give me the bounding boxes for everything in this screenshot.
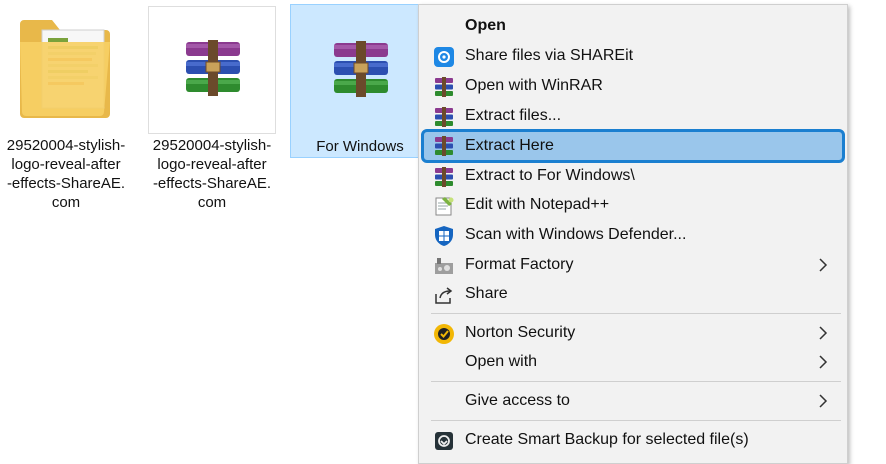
menu-item-open[interactable]: Open bbox=[427, 12, 841, 40]
menu-item-label: Open with bbox=[465, 353, 538, 370]
chevron-right-icon bbox=[819, 258, 828, 272]
format-factory-icon bbox=[435, 258, 453, 274]
menu-separator bbox=[431, 420, 841, 421]
winrar-icon bbox=[435, 167, 453, 187]
menu-item-open-with-winrar[interactable]: Open with WinRAR bbox=[427, 72, 841, 100]
menu-item-label: Edit with Notepad++ bbox=[465, 196, 610, 213]
menu-item-extract-to[interactable]: Extract to For Windows\ bbox=[427, 162, 841, 190]
menu-item-label: Format Factory bbox=[465, 256, 574, 273]
menu-item-label: Open with WinRAR bbox=[465, 77, 603, 94]
menu-item-format-factory[interactable]: Format Factory bbox=[427, 251, 841, 279]
file-name-label: For Windows bbox=[316, 138, 404, 155]
norton-icon bbox=[434, 324, 454, 344]
menu-item-label: Scan with Windows Defender... bbox=[465, 226, 687, 243]
menu-item-scan-windows-defender[interactable]: Scan with Windows Defender... bbox=[427, 221, 841, 249]
notepad-plus-plus-icon bbox=[435, 197, 454, 216]
thumbnail-frame bbox=[148, 6, 276, 134]
file-item-selected-archive[interactable]: For Windows bbox=[290, 4, 430, 158]
file-item-archive[interactable]: 29520004-stylish- logo-reveal-after -eff… bbox=[146, 4, 278, 234]
file-name-label: 29520004-stylish- logo-reveal-after -eff… bbox=[6, 137, 126, 211]
share-icon bbox=[435, 287, 453, 304]
menu-item-label: Extract Here bbox=[465, 137, 554, 154]
chevron-right-icon bbox=[819, 355, 828, 369]
chevron-right-icon bbox=[819, 326, 828, 340]
winrar-icon bbox=[435, 77, 453, 97]
menu-item-create-smart-backup[interactable]: Create Smart Backup for selected file(s) bbox=[427, 426, 841, 454]
menu-item-label: Norton Security bbox=[465, 324, 576, 341]
winrar-icon bbox=[435, 136, 453, 156]
menu-item-label: Give access to bbox=[465, 392, 570, 409]
winrar-archive-icon bbox=[186, 40, 240, 96]
menu-item-share-via-shareit[interactable]: Share files via SHAREit bbox=[427, 42, 841, 70]
winrar-icon bbox=[435, 107, 453, 127]
shareit-icon bbox=[434, 47, 454, 67]
file-item-folder[interactable]: 29520004-stylish- logo-reveal-after -eff… bbox=[2, 4, 130, 234]
winrar-archive-icon bbox=[334, 41, 388, 97]
windows-defender-icon bbox=[435, 226, 453, 246]
file-name-label: 29520004-stylish- logo-reveal-after -eff… bbox=[152, 137, 272, 211]
menu-item-label: Extract files... bbox=[465, 107, 562, 124]
menu-item-norton-security[interactable]: Norton Security bbox=[427, 319, 841, 347]
menu-item-edit-with-notepad[interactable]: Edit with Notepad++ bbox=[427, 191, 841, 219]
menu-item-label: Extract to For Windows\ bbox=[465, 167, 635, 184]
menu-item-extract-here[interactable]: Extract Here bbox=[421, 129, 845, 163]
menu-item-label: Create Smart Backup for selected file(s) bbox=[465, 431, 749, 448]
menu-separator bbox=[431, 381, 841, 382]
menu-item-extract-files[interactable]: Extract files... bbox=[427, 102, 841, 130]
menu-item-share[interactable]: Share bbox=[427, 280, 841, 308]
menu-separator bbox=[431, 313, 841, 314]
menu-item-label: Open bbox=[465, 17, 506, 34]
menu-item-give-access-to[interactable]: Give access to bbox=[427, 387, 841, 415]
menu-item-label: Share bbox=[465, 285, 508, 302]
menu-item-label: Share files via SHAREit bbox=[465, 47, 634, 64]
thumbnail-frame bbox=[297, 5, 425, 133]
context-menu: Open Share files via SHAREit Open with W… bbox=[418, 4, 848, 464]
menu-item-open-with[interactable]: Open with bbox=[427, 348, 841, 376]
smart-backup-icon bbox=[435, 432, 453, 450]
folder-icon bbox=[20, 20, 110, 118]
chevron-right-icon bbox=[819, 394, 828, 408]
